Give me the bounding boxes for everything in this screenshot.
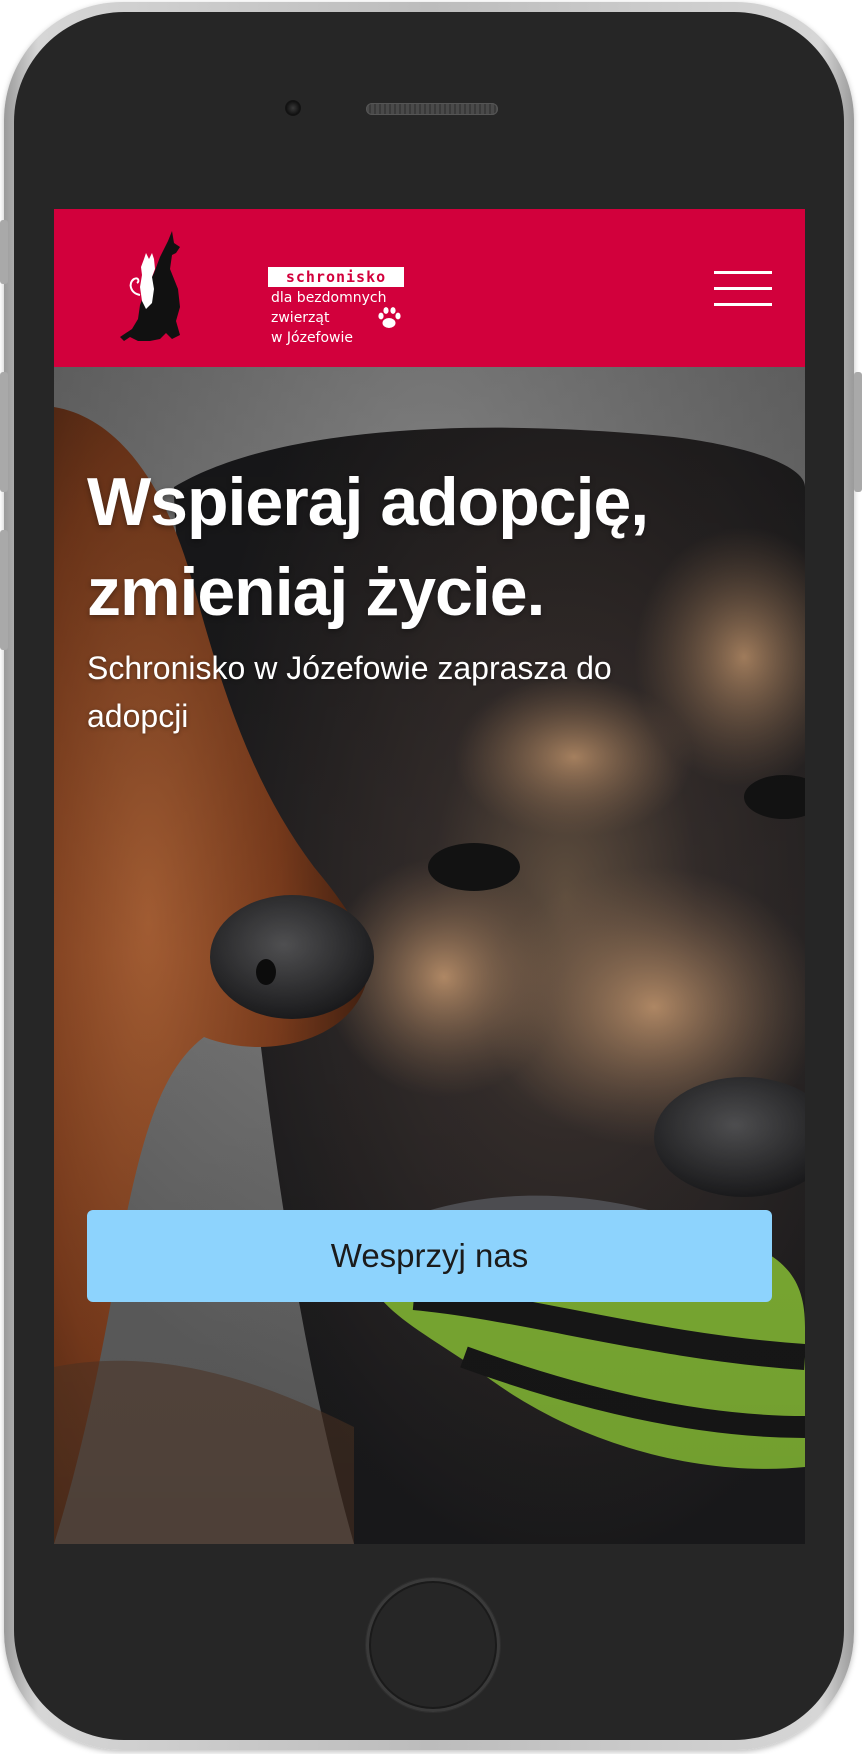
paw-icon	[378, 307, 401, 328]
logo-line-1: dla bezdomnych	[271, 290, 387, 306]
site-header: schronisko dla bezdomnych zwierząt w Józ…	[54, 209, 805, 367]
dog-cat-silhouette-icon	[120, 231, 180, 341]
hero-title-line-2: zmieniaj życie.	[87, 554, 545, 630]
hero-title-line-1: Wspieraj adopcję,	[87, 464, 649, 540]
mute-switch	[0, 220, 8, 284]
menu-button[interactable]	[714, 269, 774, 309]
hero-subtitle: Schronisko w Józefowie zaprasza do adopc…	[87, 644, 727, 740]
hero-section: Wspieraj adopcję, zmieniaj życie. Schron…	[54, 367, 805, 1544]
hamburger-icon-bar	[714, 303, 772, 306]
earpiece-speaker	[366, 103, 498, 115]
logo-tag: schronisko	[268, 267, 404, 287]
hamburger-icon-bar	[714, 287, 772, 290]
hero-subtitle-line-2: adopcji	[87, 698, 189, 734]
volume-up-button	[0, 372, 8, 492]
logo-line-3: w Józefowie	[271, 330, 354, 346]
phone-screen: schronisko dla bezdomnych zwierząt w Józ…	[54, 209, 805, 1544]
support-us-button[interactable]: Wesprzyj nas	[87, 1210, 772, 1302]
logo-line-2: zwierząt	[271, 310, 330, 326]
hamburger-icon	[714, 271, 772, 274]
site-logo[interactable]: schronisko dla bezdomnych zwierząt w Józ…	[110, 229, 404, 354]
power-button	[854, 372, 862, 492]
hero-title: Wspieraj adopcję, zmieniaj życie.	[87, 457, 787, 637]
front-camera	[285, 100, 301, 116]
volume-down-button	[0, 530, 8, 650]
hero-subtitle-line-1: Schronisko w Józefowie zaprasza do	[87, 650, 612, 686]
home-button[interactable]	[366, 1578, 500, 1712]
